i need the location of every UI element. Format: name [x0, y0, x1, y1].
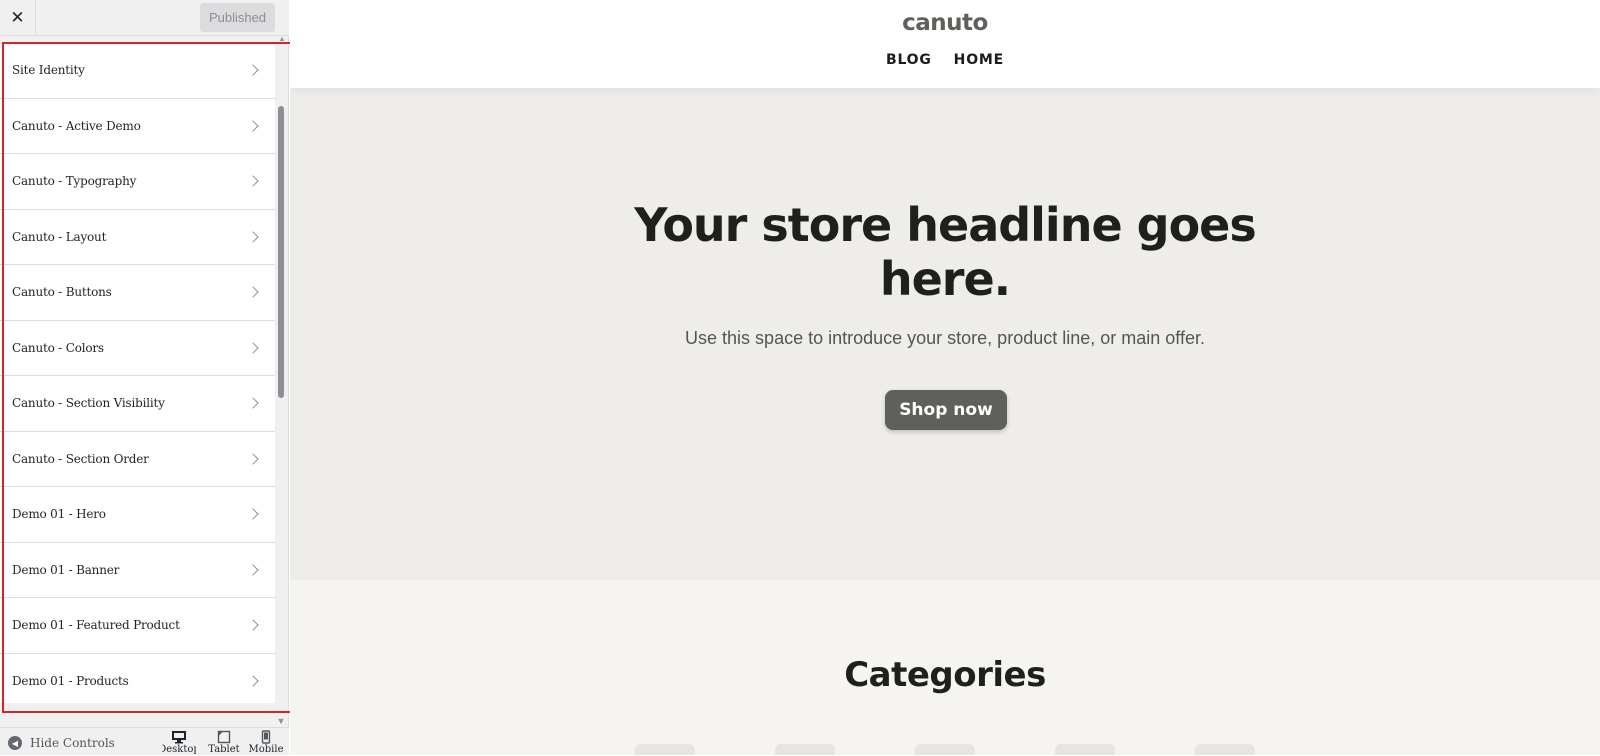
panel-demo01-banner[interactable]: Demo 01 - Banner	[0, 542, 275, 598]
chevron-right-icon	[247, 675, 259, 687]
panel-label: Canuto - Active Demo	[12, 118, 141, 133]
sidebar-footer: ◀ Hide Controls Desktop Tablet M	[0, 727, 289, 755]
panel-demo01-hero[interactable]: Demo 01 - Hero	[0, 487, 275, 543]
chevron-right-icon	[247, 397, 259, 409]
panel-section-order[interactable]: Canuto - Section Order	[0, 431, 275, 487]
scroll-up-icon[interactable]: ▲	[277, 36, 287, 44]
chevron-right-icon	[247, 120, 259, 132]
site-header: canuto BLOG HOME	[290, 0, 1600, 88]
panel-scrollbar-thumb[interactable]	[278, 106, 284, 398]
panel-list: Site Identity Canuto - Active Demo Canut…	[0, 43, 275, 703]
panel-active-demo[interactable]: Canuto - Active Demo	[0, 98, 275, 154]
device-label: Desktop	[162, 744, 196, 755]
panel-demo01-products[interactable]: Demo 01 - Products	[0, 653, 275, 703]
panel-section-visibility[interactable]: Canuto - Section Visibility	[0, 376, 275, 432]
panel-label: Canuto - Section Visibility	[12, 396, 165, 411]
scroll-down-icon[interactable]: ▼	[276, 716, 286, 726]
shop-now-button[interactable]: Shop now	[885, 390, 1007, 430]
panel-label: Canuto - Typography	[12, 174, 137, 189]
chevron-right-icon	[247, 564, 259, 576]
publish-button[interactable]: Published	[200, 3, 275, 32]
hide-controls-button[interactable]: ◀ Hide Controls	[8, 734, 115, 752]
device-tablet-button[interactable]: Tablet	[207, 730, 241, 756]
chevron-right-icon	[247, 342, 259, 354]
hero-headline: Your store headline goes here.	[634, 198, 1257, 306]
panel-label: Canuto - Buttons	[12, 285, 112, 300]
chevron-right-icon	[247, 286, 259, 298]
panel-label: Demo 01 - Banner	[12, 562, 120, 577]
chevron-right-icon	[247, 64, 259, 76]
hide-controls-label: Hide Controls	[30, 736, 115, 750]
hero-section: Your store headline goes here. Use this …	[290, 88, 1600, 580]
categories-title: Categories	[844, 655, 1046, 695]
category-tile[interactable]	[1195, 744, 1255, 755]
device-desktop-button[interactable]: Desktop	[162, 730, 196, 756]
close-icon: ✕	[10, 8, 25, 28]
device-label: Tablet	[208, 744, 240, 755]
device-mobile-button[interactable]: Mobile	[249, 730, 283, 756]
collapse-arrow-icon: ◀	[8, 736, 22, 750]
category-tile[interactable]	[775, 744, 835, 755]
site-nav: BLOG HOME	[290, 52, 1600, 68]
category-tile[interactable]	[1055, 744, 1115, 755]
desktop-icon	[172, 731, 186, 744]
close-button[interactable]: ✕	[0, 0, 36, 36]
device-label: Mobile	[249, 744, 283, 755]
chevron-right-icon	[247, 453, 259, 465]
panel-label: Demo 01 - Featured Product	[12, 618, 180, 633]
nav-link-home[interactable]: HOME	[954, 52, 1004, 68]
chevron-right-icon	[247, 231, 259, 243]
tablet-icon	[217, 730, 231, 744]
panel-buttons[interactable]: Canuto - Buttons	[0, 265, 275, 321]
category-tile[interactable]	[635, 744, 695, 755]
chevron-right-icon	[247, 175, 259, 187]
customizer-sidebar: ✕ Published Site Identity Canuto - Activ…	[0, 0, 294, 755]
site-preview: canuto BLOG HOME Your store headline goe…	[290, 0, 1600, 755]
panel-label: Demo 01 - Hero	[12, 507, 106, 522]
chevron-right-icon	[247, 508, 259, 520]
panel-typography[interactable]: Canuto - Typography	[0, 154, 275, 210]
sidebar-header: ✕ Published	[0, 0, 289, 36]
panel-label: Canuto - Layout	[12, 229, 107, 244]
panel-label: Canuto - Section Order	[12, 451, 149, 466]
nav-link-blog[interactable]: BLOG	[886, 52, 932, 68]
mobile-icon	[261, 730, 271, 744]
category-tile[interactable]	[915, 744, 975, 755]
panel-site-identity[interactable]: Site Identity	[0, 43, 275, 99]
panel-label: Site Identity	[12, 63, 85, 78]
panel-colors[interactable]: Canuto - Colors	[0, 320, 275, 376]
panel-label: Demo 01 - Products	[12, 673, 129, 688]
panel-label: Canuto - Colors	[12, 340, 104, 355]
chevron-right-icon	[247, 619, 259, 631]
site-logo[interactable]: canuto	[290, 10, 1600, 36]
panel-layout[interactable]: Canuto - Layout	[0, 209, 275, 265]
panel-demo01-featured-product[interactable]: Demo 01 - Featured Product	[0, 598, 275, 654]
hero-subtitle: Use this space to introduce your store, …	[685, 328, 1205, 348]
